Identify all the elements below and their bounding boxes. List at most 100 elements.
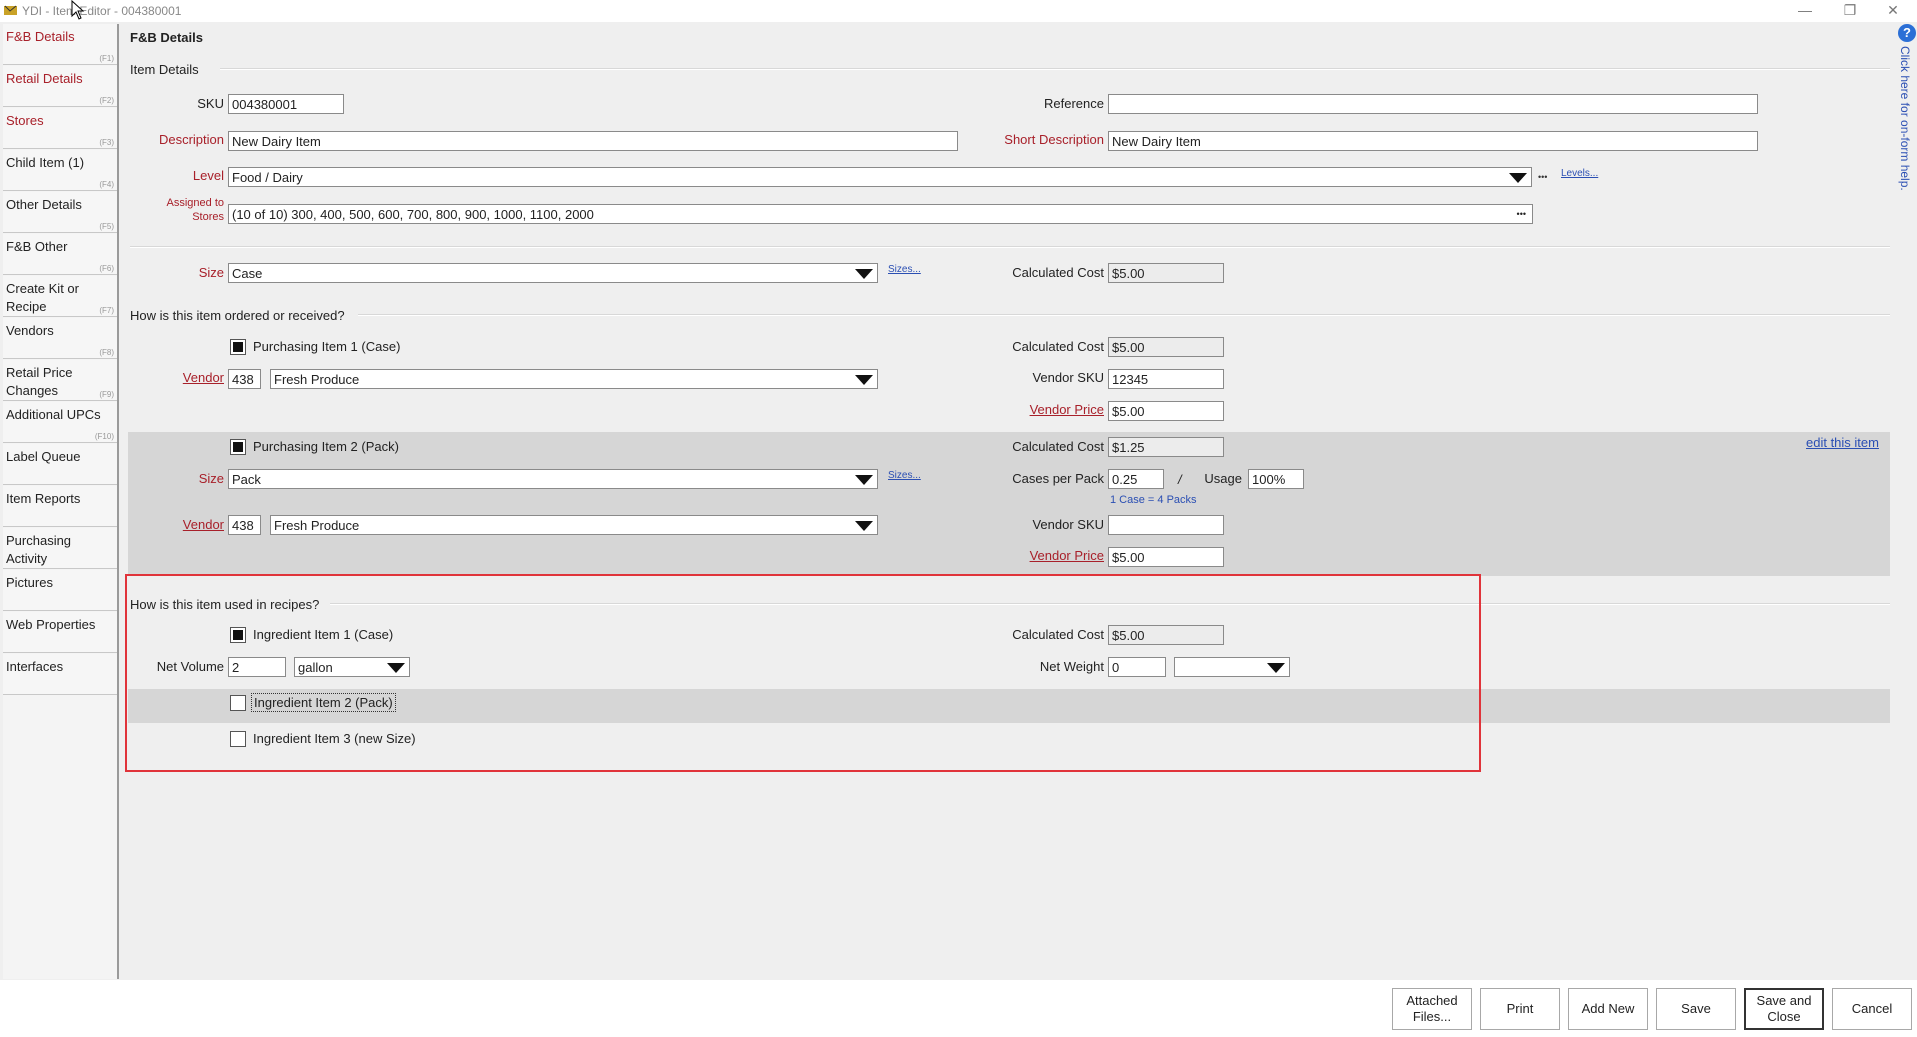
sidebar-item-label: Child Item (1) [6, 155, 85, 170]
title-bar: YDI - Item Editor - 004380001 — ❐ ✕ [0, 0, 1917, 22]
p2-vendor-dropdown[interactable]: Fresh Produce [270, 515, 878, 535]
description-label: Description [158, 132, 224, 147]
sidebar-item-shortcut: (F5) [99, 222, 114, 231]
p2-size-value: Pack [232, 472, 261, 487]
short-description-label: Short Description [1004, 132, 1104, 147]
more-icon[interactable]: ••• [1517, 209, 1526, 219]
p1-vendor-label[interactable]: Vendor [150, 370, 224, 385]
on-form-help[interactable]: ? Click here for on-form help. [1895, 22, 1917, 222]
sidebar-item-label: Stores [6, 113, 44, 128]
usage-field[interactable]: 100% [1248, 469, 1304, 489]
divider [220, 68, 1890, 70]
size-dropdown[interactable]: Case [228, 263, 878, 283]
p1-vendor-sku-label: Vendor SKU [1032, 370, 1104, 385]
mouse-cursor-icon [71, 0, 85, 23]
p1-vendor-sku-field[interactable]: 12345 [1108, 369, 1224, 389]
purchasing-item-1-checkbox[interactable] [230, 339, 246, 355]
sidebar-item-other-details[interactable]: Other Details (F5) [3, 192, 117, 233]
minimize-button[interactable]: — [1795, 2, 1815, 18]
sidebar-item-label: F&B Other [6, 239, 68, 254]
description-field[interactable]: New Dairy Item [228, 131, 958, 151]
p2-size-dropdown[interactable]: Pack [228, 469, 878, 489]
sidebar-item-label: Label Queue [6, 449, 81, 464]
sidebar-item-label: F&B Details [6, 29, 75, 44]
sidebar-item-label: Retail Price Changes [6, 365, 73, 398]
short-description-field[interactable]: New Dairy Item [1108, 131, 1758, 151]
sidebar-item-shortcut: (F9) [99, 390, 114, 399]
level-value: Food / Dairy [232, 170, 303, 185]
sidebar-item-label: Create Kit or Recipe [6, 281, 79, 314]
p2-vendor-price-label[interactable]: Vendor Price [980, 548, 1104, 563]
p2-vendor-code-field[interactable]: 438 [228, 515, 261, 535]
cancel-button[interactable]: Cancel [1832, 988, 1912, 1030]
level-dropdown[interactable]: Food / Dairy [228, 167, 1532, 187]
divider [358, 314, 1890, 316]
sidebar-item-shortcut: (F6) [99, 264, 114, 273]
sidebar-item-fb-details[interactable]: F&B Details (F1) [3, 24, 117, 65]
p1-calculated-cost-label: Calculated Cost [1012, 339, 1104, 354]
sizes-link[interactable]: Sizes... [888, 264, 921, 275]
sidebar-item-retail-price-changes[interactable]: Retail Price Changes (F9) [3, 360, 117, 401]
add-new-button[interactable]: Add New [1568, 988, 1648, 1030]
more-icon[interactable]: ••• [1538, 172, 1547, 182]
sidebar-item-item-reports[interactable]: Item Reports [3, 486, 117, 527]
level-label: Level [192, 168, 224, 183]
divider [130, 246, 1890, 248]
sidebar-item-fb-other[interactable]: F&B Other (F6) [3, 234, 117, 275]
sidebar-item-child-item[interactable]: Child Item (1) (F4) [3, 150, 117, 191]
edit-this-item-link[interactable]: edit this item [1806, 435, 1879, 450]
sidebar-item-stores[interactable]: Stores (F3) [3, 108, 117, 149]
p2-vendor-price-field[interactable]: $5.00 [1108, 547, 1224, 567]
levels-link[interactable]: Levels... [1561, 168, 1598, 179]
assigned-stores-field[interactable]: (10 of 10) 300, 400, 500, 600, 700, 800,… [228, 204, 1533, 224]
print-button[interactable]: Print [1480, 988, 1560, 1030]
chevron-down-icon [855, 269, 873, 279]
sidebar-item-label: Additional UPCs [6, 407, 101, 422]
p1-vendor-code-field[interactable]: 438 [228, 369, 261, 389]
sidebar-item-shortcut: (F4) [99, 180, 114, 189]
sidebar-item-label: Interfaces [6, 659, 64, 674]
p2-vendor-value: Fresh Produce [274, 518, 360, 533]
assigned-label-line2: Stores [192, 211, 224, 223]
sidebar-item-pictures[interactable]: Pictures [3, 570, 117, 611]
reference-label: Reference [1044, 96, 1104, 111]
sidebar-item-purchasing-activity[interactable]: Purchasing Activity [3, 528, 117, 569]
cases-per-pack-field[interactable]: 0.25 [1108, 469, 1164, 489]
p2-calculated-cost-label: Calculated Cost [1012, 439, 1104, 454]
usage-label: Usage [1204, 471, 1242, 486]
sidebar-item-retail-details[interactable]: Retail Details (F2) [3, 66, 117, 107]
save-and-close-button[interactable]: Save and Close [1744, 988, 1824, 1030]
p1-vendor-price-field[interactable]: $5.00 [1108, 401, 1224, 421]
sku-field[interactable]: 004380001 [228, 94, 344, 114]
purchasing-item-2-checkbox[interactable] [230, 439, 246, 455]
chevron-down-icon [855, 521, 873, 531]
p2-vendor-label[interactable]: Vendor [150, 517, 224, 532]
p1-vendor-price-label[interactable]: Vendor Price [980, 402, 1104, 417]
p2-sizes-link[interactable]: Sizes... [888, 470, 921, 481]
sidebar-item-shortcut: (F7) [99, 306, 114, 315]
sidebar-item-web-properties[interactable]: Web Properties [3, 612, 117, 653]
chevron-down-icon [855, 375, 873, 385]
p2-calculated-cost-field: $1.25 [1108, 437, 1224, 457]
reference-field[interactable] [1108, 94, 1758, 114]
close-button[interactable]: ✕ [1883, 2, 1903, 19]
attached-files-button[interactable]: Attached Files... [1392, 988, 1472, 1030]
p2-vendor-sku-field[interactable] [1108, 515, 1224, 535]
purchasing-item-1-label: Purchasing Item 1 (Case) [253, 339, 401, 354]
sidebar-item-label-queue[interactable]: Label Queue [3, 444, 117, 485]
sidebar-item-create-kit[interactable]: Create Kit or Recipe (F7) [3, 276, 117, 317]
p1-vendor-value: Fresh Produce [274, 372, 360, 387]
purchasing-item-2-label: Purchasing Item 2 (Pack) [253, 439, 399, 454]
save-button[interactable]: Save [1656, 988, 1736, 1030]
chevron-down-icon [855, 475, 873, 485]
sidebar-item-interfaces[interactable]: Interfaces [3, 654, 117, 695]
sidebar-item-vendors[interactable]: Vendors (F8) [3, 318, 117, 359]
sidebar-item-label: Vendors [6, 323, 54, 338]
section-title: Item Details [130, 62, 199, 77]
p1-vendor-dropdown[interactable]: Fresh Produce [270, 369, 878, 389]
sidebar-item-label: Retail Details [6, 71, 83, 86]
chevron-down-icon [1509, 173, 1527, 183]
sidebar: F&B Details (F1) Retail Details (F2) Sto… [3, 24, 119, 979]
restore-button[interactable]: ❐ [1840, 2, 1860, 19]
sidebar-item-additional-upcs[interactable]: Additional UPCs (F10) [3, 402, 117, 443]
